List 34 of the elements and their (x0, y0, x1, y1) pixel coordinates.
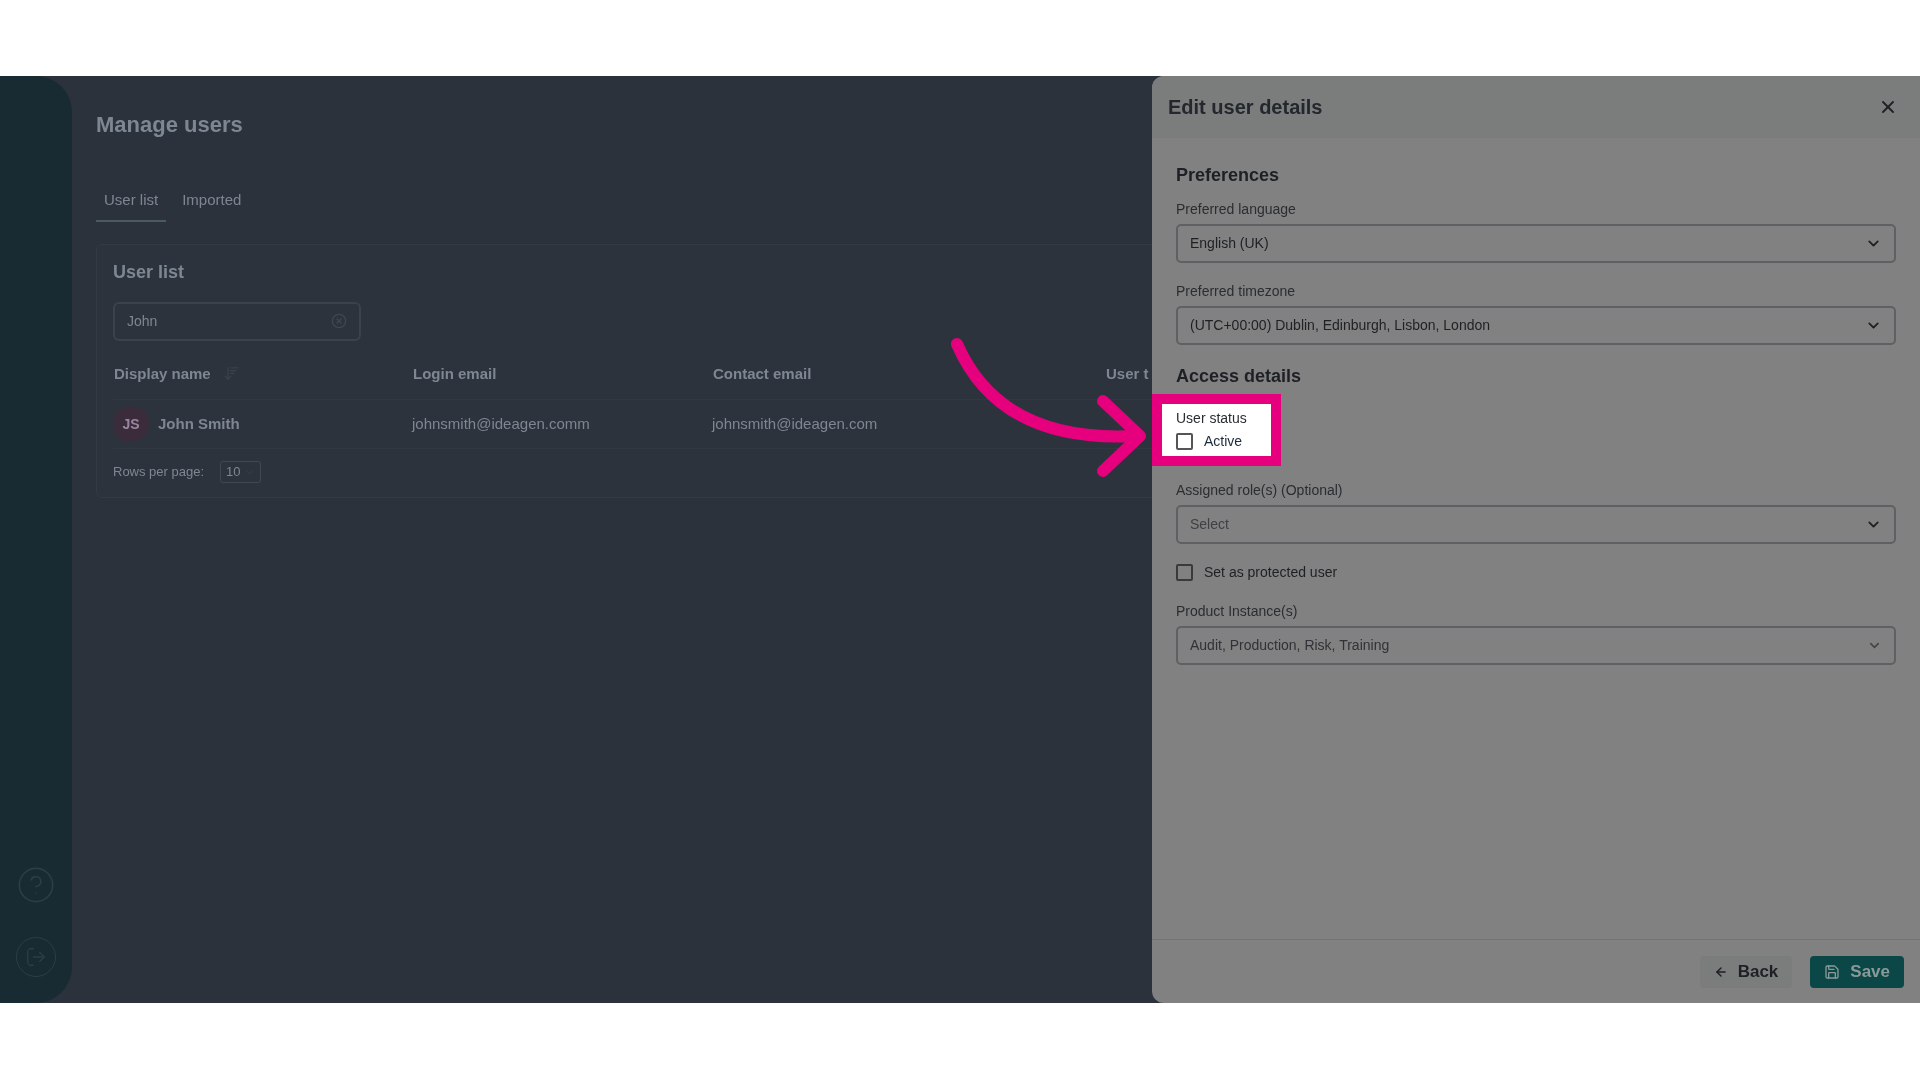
page-title: Manage users (96, 111, 243, 139)
save-icon (1824, 963, 1841, 980)
section-heading: Preferences (1176, 164, 1281, 187)
table-cell: johnsmith@ideagen.com (712, 415, 878, 432)
tab[interactable]: Imported (174, 189, 250, 222)
checkbox-label: Active (1204, 432, 1243, 451)
table-cell-text: John Smith (158, 413, 240, 434)
panel-title: Edit user details (1168, 95, 1323, 120)
dropdown-field[interactable]: English (UK) (1176, 224, 1896, 263)
section-heading: Access details (1176, 365, 1303, 388)
column-header: User t (1106, 363, 1149, 384)
field-label: User status (1176, 409, 1247, 428)
search-field[interactable]: John (113, 301, 361, 341)
field-label: Preferred timezone (1176, 282, 1297, 301)
arrow-left-icon (1713, 964, 1728, 979)
table-cell: johnsmith@ideagen.comm (412, 415, 590, 432)
user-avatar: JS (113, 406, 149, 442)
dropdown-field[interactable]: Select (1176, 505, 1896, 544)
checkbox[interactable] (1176, 564, 1193, 581)
column-header: Display name (114, 363, 211, 384)
rows-per-page-label: Rows per page: (113, 463, 205, 482)
card-title: User list (113, 260, 185, 284)
dropdown-field[interactable]: (UTC+00:00) Dublin, Edinburgh, Lisbon, London (1176, 306, 1896, 345)
checkbox-label: Set as protected user (1204, 563, 1338, 582)
rows-per-page-select[interactable]: 10 (220, 461, 261, 483)
save-button[interactable]: Save (1810, 955, 1904, 988)
checkbox[interactable] (1176, 433, 1193, 450)
field-label: Preferred language (1176, 200, 1297, 219)
field-label: Assigned role(s) (Optional) (1176, 481, 1344, 500)
column-header: Login email (413, 363, 497, 384)
field-label: Product Instance(s) (1176, 602, 1299, 621)
back-button[interactable]: Back (1699, 955, 1793, 988)
column-header: Contact email (713, 363, 812, 384)
tab[interactable]: User list (96, 189, 167, 222)
